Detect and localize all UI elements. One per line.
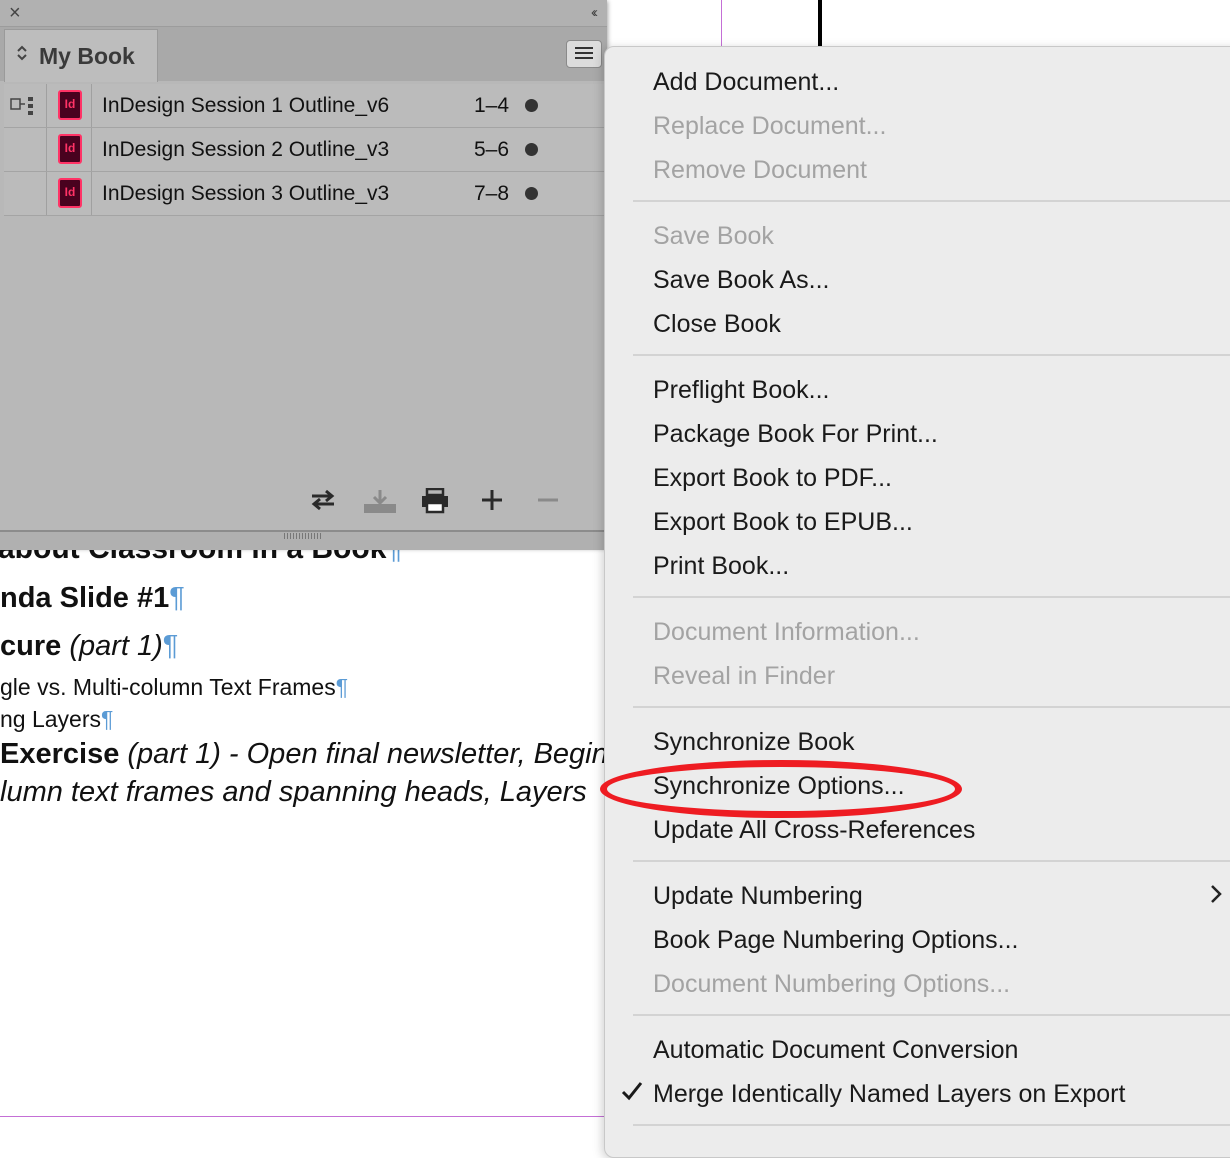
menu-item-add-document[interactable]: Add Document... <box>653 67 839 97</box>
document-pages: 7–8 <box>474 182 510 205</box>
menu-separator <box>633 1124 1230 1126</box>
checkmark-icon <box>621 1079 643 1109</box>
text-frame-edge <box>818 0 822 48</box>
menu-item-print-book[interactable]: Print Book... <box>653 551 789 581</box>
chevron-right-icon <box>1209 881 1223 911</box>
menu-item-reveal-in-finder[interactable]: Reveal in Finder <box>653 661 835 691</box>
panel-title-bar[interactable]: × ‹‹ <box>0 0 607 27</box>
close-icon[interactable]: × <box>9 2 21 24</box>
menu-item-remove-document[interactable]: Remove Document <box>653 155 867 185</box>
menu-item-synchronize-book[interactable]: Synchronize Book <box>653 727 855 757</box>
menu-item-save-book-as[interactable]: Save Book As... <box>653 265 830 295</box>
panel-resize-grip[interactable] <box>0 530 607 550</box>
menu-item-replace-document[interactable]: Replace Document... <box>653 111 886 141</box>
menu-separator <box>633 200 1230 202</box>
document-name: InDesign Session 1 Outline_v6 <box>102 94 390 117</box>
book-document-row[interactable]: Id InDesign Session 1 Outline_v6 1–4 <box>4 84 607 128</box>
hamburger-icon <box>575 47 593 49</box>
menu-item-update-numbering[interactable]: Update Numbering <box>653 881 863 911</box>
document-name: InDesign Session 3 Outline_v3 <box>102 182 390 205</box>
menu-item-automatic-conversion[interactable]: Automatic Document Conversion <box>653 1035 1018 1065</box>
doc-body-line[interactable]: ng Layers¶ <box>0 706 113 733</box>
remove-document-icon[interactable] <box>536 488 560 518</box>
column-divider <box>91 84 92 127</box>
indesign-doc-icon: Id <box>58 134 82 164</box>
menu-item-document-information[interactable]: Document Information... <box>653 617 920 647</box>
grip-dots <box>284 533 322 539</box>
menu-separator <box>633 860 1230 862</box>
indesign-doc-icon: Id <box>58 178 82 208</box>
document-status-dot <box>525 143 538 156</box>
document-pages: 1–4 <box>474 94 510 117</box>
highlight-ellipse <box>600 760 962 818</box>
margin-guide-bottom <box>0 1116 610 1117</box>
menu-item-update-cross-references[interactable]: Update All Cross-References <box>653 815 975 845</box>
column-divider <box>46 172 47 215</box>
column-divider <box>91 172 92 215</box>
menu-separator <box>633 354 1230 356</box>
book-document-row[interactable]: Id InDesign Session 2 Outline_v3 5–6 <box>4 128 607 172</box>
add-document-icon[interactable] <box>480 488 504 518</box>
book-document-row[interactable]: Id InDesign Session 3 Outline_v3 7–8 <box>4 172 607 216</box>
document-status-dot <box>525 187 538 200</box>
margin-guide <box>721 0 722 48</box>
document-pages: 5–6 <box>474 138 510 161</box>
print-book-icon[interactable] <box>421 487 449 520</box>
indesign-doc-icon: Id <box>58 90 82 120</box>
synchronize-icon[interactable] <box>308 488 338 518</box>
menu-item-package-book[interactable]: Package Book For Print... <box>653 419 938 449</box>
book-panel-menu: Add Document... Replace Document... Remo… <box>604 46 1230 1158</box>
doc-body-line[interactable]: gle vs. Multi-column Text Frames¶ <box>0 674 348 701</box>
book-panel: × ‹‹ My Book Id InDesign Session 1 Outli… <box>0 0 607 550</box>
menu-item-preflight-book[interactable]: Preflight Book... <box>653 375 829 405</box>
save-book-icon[interactable] <box>363 488 397 520</box>
column-divider <box>46 84 47 127</box>
menu-item-export-pdf[interactable]: Export Book to PDF... <box>653 463 892 493</box>
panel-footer <box>0 478 607 530</box>
tab-my-book[interactable]: My Book <box>4 29 158 82</box>
document-name: InDesign Session 2 Outline_v3 <box>102 138 390 161</box>
doc-heading-line[interactable]: Exercise (part 1) - Open final newslette… <box>0 738 625 771</box>
menu-item-close-book[interactable]: Close Book <box>653 309 781 339</box>
doc-heading-line[interactable]: lumn text frames and spanning heads, Lay… <box>0 776 587 809</box>
style-source-icon <box>10 95 36 120</box>
panel-menu-button[interactable] <box>566 40 602 68</box>
tab-title: My Book <box>39 43 135 69</box>
doc-heading-line[interactable]: cure (part 1)¶ <box>0 630 178 663</box>
menu-separator <box>633 1014 1230 1016</box>
column-divider <box>46 128 47 171</box>
document-status-dot <box>525 99 538 112</box>
menu-item-document-numbering[interactable]: Document Numbering Options... <box>653 969 1010 999</box>
menu-item-book-page-numbering[interactable]: Book Page Numbering Options... <box>653 925 1018 955</box>
menu-item-merge-layers[interactable]: Merge Identically Named Layers on Export <box>653 1079 1125 1109</box>
column-divider <box>91 128 92 171</box>
tab-expand-icon[interactable] <box>16 44 28 68</box>
menu-separator <box>633 706 1230 708</box>
menu-item-save-book[interactable]: Save Book <box>653 221 774 251</box>
menu-separator <box>633 596 1230 598</box>
doc-heading-line[interactable]: nda Slide #1¶ <box>0 582 185 615</box>
menu-item-export-epub[interactable]: Export Book to EPUB... <box>653 507 913 537</box>
book-document-list: Id InDesign Session 1 Outline_v6 1–4 Id … <box>4 84 607 216</box>
collapse-panel-icon[interactable]: ‹‹ <box>591 3 598 23</box>
panel-tab-bar: My Book <box>0 27 607 82</box>
